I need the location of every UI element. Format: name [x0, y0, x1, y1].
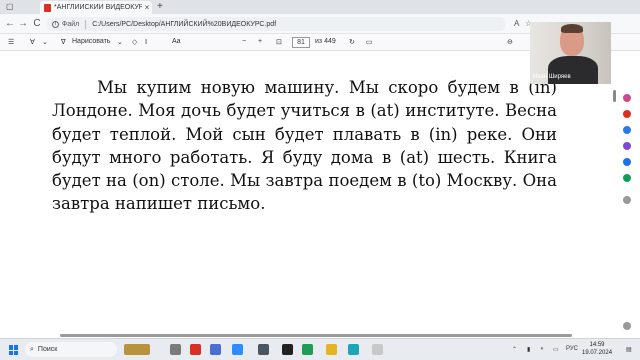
read-aloud-icon[interactable]: A	[514, 19, 519, 28]
tray-chevron-icon[interactable]: ⌃	[512, 346, 517, 353]
pdf-file-icon	[44, 3, 51, 12]
add-icon[interactable]	[623, 196, 631, 204]
tab-pdf[interactable]: *АНГЛИЙСКИЙ ВИДЕОКУРС.pdf ×	[40, 1, 152, 14]
file-explorer-icon[interactable]	[326, 344, 337, 355]
zoom-out-button[interactable]: −	[242, 38, 246, 45]
fit-page-icon[interactable]: ⊡	[276, 38, 282, 46]
yandex-icon[interactable]	[190, 344, 201, 355]
webcam-video: Иван Ширяев	[530, 22, 611, 84]
search-icon[interactable]: ⊖	[507, 38, 513, 46]
browser-window: ▢ *АНГЛИЙСКИЙ ВИДЕОКУРС.pdf × + ← → C i …	[0, 0, 640, 360]
rotate-icon[interactable]: ↻	[349, 38, 355, 46]
page-view-icon[interactable]: ▭	[366, 38, 373, 46]
windows-start-icon[interactable]	[9, 345, 19, 355]
tab-title: *АНГЛИЙСКИЙ ВИДЕОКУРС.pdf	[54, 4, 142, 11]
back-button[interactable]: ←	[4, 18, 16, 29]
volume-icon[interactable]: ◖	[540, 346, 544, 352]
battery-icon[interactable]: ▭	[553, 346, 559, 353]
chrome-icon[interactable]	[302, 344, 313, 355]
draw-button[interactable]: Нарисовать	[72, 38, 110, 45]
info-icon[interactable]: i	[52, 20, 59, 28]
vertical-scroll-thumb[interactable]	[613, 90, 616, 102]
chevron-down-icon[interactable]: ⌄	[42, 38, 48, 46]
clock-time: 14:59	[589, 342, 605, 348]
document-text: Мы купим новую машину. Мы скоро будем в …	[52, 78, 557, 214]
outlook-icon[interactable]	[623, 158, 631, 166]
tab-actions-icon[interactable]: ▢	[6, 2, 14, 11]
webcam-name: Иван Ширяев	[533, 74, 571, 80]
page-number-input[interactable]: 81	[292, 37, 310, 48]
divider	[85, 19, 87, 29]
tools-icon[interactable]	[623, 126, 631, 134]
widget-icon[interactable]	[124, 344, 150, 355]
eraser-icon[interactable]: ◇	[132, 38, 137, 46]
highlight-icon[interactable]: ∀	[30, 38, 35, 46]
clock-date: 19.07.2024	[582, 350, 613, 356]
zoom-in-button[interactable]: +	[258, 38, 262, 45]
webcam-person-hair	[561, 24, 583, 33]
edge-icon[interactable]	[348, 344, 359, 355]
edge-sidebar	[618, 92, 638, 332]
taskbar-search-input[interactable]: ⌕ Поиск	[25, 342, 117, 357]
draw-icon[interactable]: ∇	[61, 38, 66, 46]
task-view-icon[interactable]	[170, 344, 181, 355]
chevron-down-icon[interactable]: ⌄	[117, 38, 123, 46]
tab-strip: ▢ *АНГЛИЙСКИЙ ВИДЕОКУРС.pdf × +	[0, 0, 640, 14]
notifications-icon[interactable]: ▤	[626, 346, 632, 353]
app-icon[interactable]	[258, 344, 269, 355]
close-tab-icon[interactable]: ×	[142, 3, 152, 12]
url-input[interactable]: i Файл C:/Users/PC/Desktop/АНГЛИЙСКИЙ%20…	[46, 17, 506, 31]
new-tab-button[interactable]: +	[157, 1, 163, 12]
table-of-contents-icon[interactable]: ☰	[8, 38, 14, 46]
skype-icon[interactable]	[210, 344, 221, 355]
language-indicator[interactable]: РУС	[566, 346, 578, 352]
url-text: C:/Users/PC/Desktop/АНГЛИЙСКИЙ%20ВИДЕОКУ…	[92, 20, 277, 28]
office-icon[interactable]	[623, 174, 631, 182]
settings-icon[interactable]	[623, 322, 631, 330]
text-icon[interactable]: Ⅰ	[145, 38, 147, 46]
network-icon[interactable]: ▮	[527, 346, 530, 353]
horizontal-scroll-thumb[interactable]	[60, 334, 572, 337]
windows-taskbar: ⌕ Поиск ⌃ ▮ ◖ ▭ РУС 14:59 19.07.2024 ▤	[0, 338, 640, 360]
search-icon: ⌕	[30, 345, 34, 353]
page-total: из 449	[315, 38, 336, 45]
forward-button[interactable]: →	[17, 18, 29, 29]
taskbar-clock[interactable]: 14:59 19.07.2024	[582, 341, 612, 357]
file-scheme-label: Файл	[62, 20, 80, 28]
read-aloud-icon[interactable]: Aa	[172, 38, 181, 45]
reload-button[interactable]: C	[31, 18, 43, 29]
copilot-icon[interactable]	[623, 94, 631, 102]
media-icon[interactable]	[282, 344, 293, 355]
zoom-icon[interactable]	[232, 344, 243, 355]
games-icon[interactable]	[623, 142, 631, 150]
search-placeholder: Поиск	[37, 346, 58, 353]
app-icon[interactable]	[372, 344, 383, 355]
collections-icon[interactable]	[623, 110, 631, 118]
